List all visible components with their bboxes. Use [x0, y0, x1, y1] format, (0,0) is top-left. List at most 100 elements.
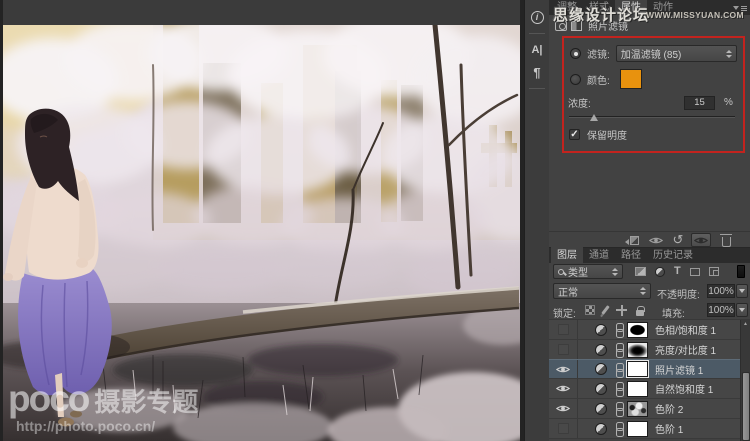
- density-input[interactable]: [684, 96, 715, 110]
- hidden-layer-box: [558, 423, 569, 434]
- tab-channels[interactable]: 通道: [583, 245, 615, 263]
- preserve-luminosity-label: 保留明度: [587, 127, 627, 142]
- layer-visibility-toggle[interactable]: [549, 379, 578, 398]
- layer-name[interactable]: 色阶 1: [655, 421, 683, 436]
- properties-header: 照片滤镜: [549, 15, 750, 36]
- mask-link-icon[interactable]: [615, 422, 622, 435]
- dock-divider: [529, 88, 545, 89]
- eye-icon: [556, 384, 570, 393]
- adjustment-layer-icon[interactable]: [595, 363, 607, 375]
- adjustment-layer-icon[interactable]: [595, 403, 607, 415]
- tab-history[interactable]: 历史记录: [647, 245, 699, 263]
- pixel-filter-icon[interactable]: [635, 267, 646, 276]
- mask-thumbnail[interactable]: [627, 322, 648, 338]
- layers-list: 色相/饱和度 1 亮度/对比度 1 照片滤镜 1 自然饱和度 1: [549, 320, 740, 441]
- lock-all-icon[interactable]: [636, 310, 644, 316]
- mask-thumbnail[interactable]: [627, 421, 648, 437]
- filter-kind-select[interactable]: 类型: [553, 264, 623, 279]
- lock-transparency-icon[interactable]: [585, 305, 595, 315]
- trash-icon: [722, 237, 731, 247]
- tab-layers[interactable]: 图层: [551, 245, 583, 263]
- tab-actions[interactable]: 动作: [647, 0, 679, 15]
- lock-label: 锁定:: [553, 305, 576, 320]
- layer-filter-row: 类型 T: [549, 263, 750, 281]
- mask-link-icon[interactable]: [615, 323, 622, 336]
- lock-position-icon[interactable]: [616, 305, 627, 316]
- adjustment-layer-icon[interactable]: [595, 423, 607, 435]
- mask-link-icon[interactable]: [615, 343, 622, 356]
- preserve-luminosity-checkbox[interactable]: ✓: [569, 129, 580, 140]
- fill-value[interactable]: 100%: [707, 303, 735, 317]
- photo-canvas[interactable]: poco 摄影专题 http://photo.poco.cn/: [3, 25, 520, 441]
- tab-paths[interactable]: 路径: [615, 245, 647, 263]
- mask-thumbnail[interactable]: [627, 361, 648, 377]
- layer-row[interactable]: 自然饱和度 1: [549, 379, 740, 399]
- blend-mode-select[interactable]: 正常: [553, 283, 651, 299]
- tab-styles[interactable]: 样式: [583, 0, 615, 15]
- type-filter-icon[interactable]: T: [674, 266, 681, 277]
- filter-select[interactable]: 加温滤镜 (85): [616, 45, 737, 62]
- layer-name[interactable]: 亮度/对比度 1: [655, 342, 716, 357]
- density-slider[interactable]: [569, 116, 735, 118]
- adjustment-layer-icon[interactable]: [595, 383, 607, 395]
- color-label: 颜色:: [587, 72, 610, 87]
- info-panel-button[interactable]: i: [525, 4, 549, 30]
- eye-icon: [556, 365, 570, 374]
- layer-row[interactable]: 照片滤镜 1: [549, 359, 740, 379]
- adjustment-layer-icon[interactable]: [595, 344, 607, 356]
- lock-pixels-icon[interactable]: [601, 305, 610, 315]
- layer-name[interactable]: 色阶 2: [655, 401, 683, 416]
- layer-visibility-toggle[interactable]: [549, 320, 578, 339]
- tab-properties[interactable]: 属性: [615, 0, 647, 15]
- shape-filter-icon[interactable]: [690, 268, 700, 276]
- layers-scrollbar[interactable]: ▲: [740, 320, 750, 441]
- mask-link-icon[interactable]: [615, 402, 622, 415]
- panel-column: 调整 样式 属性 动作 照片滤镜 思缘设计论坛 WWW.MISSYUAN.COM…: [549, 0, 750, 441]
- search-icon: [558, 269, 564, 275]
- opacity-value[interactable]: 100%: [707, 284, 735, 298]
- layer-name[interactable]: 色相/饱和度 1: [655, 322, 716, 337]
- density-slider-thumb[interactable]: [590, 114, 598, 121]
- layer-name[interactable]: 照片滤镜 1: [655, 362, 703, 377]
- opacity-label: 不透明度:: [657, 286, 700, 301]
- eye-state-icon: [649, 236, 663, 245]
- mask-thumbnail[interactable]: [627, 381, 648, 397]
- filter-toggle-switch[interactable]: [737, 265, 745, 278]
- smart-object-filter-icon[interactable]: [709, 267, 719, 276]
- mask-thumbnail[interactable]: [627, 401, 648, 417]
- color-radio[interactable]: [570, 74, 581, 85]
- layer-name[interactable]: 自然饱和度 1: [655, 381, 713, 396]
- layer-visibility-toggle[interactable]: [549, 360, 578, 378]
- fill-dropdown-button[interactable]: [736, 303, 748, 317]
- layer-row[interactable]: 亮度/对比度 1: [549, 340, 740, 360]
- scroll-up-button[interactable]: ▲: [741, 321, 750, 328]
- adjustment-layer-icon[interactable]: [595, 324, 607, 336]
- info-icon: i: [531, 11, 544, 24]
- filter-label: 滤镜:: [587, 46, 610, 61]
- opacity-dropdown-button[interactable]: [736, 284, 748, 298]
- color-swatch[interactable]: [620, 69, 642, 89]
- layer-visibility-toggle[interactable]: [549, 419, 578, 438]
- mask-link-icon[interactable]: [615, 382, 622, 395]
- layer-row[interactable]: 色阶 2: [549, 399, 740, 419]
- tab-adjustments[interactable]: 调整: [551, 0, 583, 15]
- scrollbar-thumb[interactable]: [742, 372, 750, 441]
- filter-radio[interactable]: [570, 48, 581, 59]
- dock-divider: [529, 33, 545, 34]
- adjustment-filter-icon[interactable]: [655, 267, 665, 277]
- updown-arrows-icon: [640, 287, 646, 295]
- layer-visibility-toggle[interactable]: [549, 340, 578, 359]
- density-label: 浓度:: [568, 95, 591, 110]
- mask-link-icon[interactable]: [615, 363, 622, 376]
- eye-icon: [694, 236, 708, 245]
- layer-visibility-toggle[interactable]: [549, 399, 578, 418]
- hidden-layer-box: [558, 324, 569, 335]
- layer-row[interactable]: 色阶 1: [549, 419, 740, 439]
- panel-menu-icon[interactable]: [733, 4, 747, 12]
- mask-thumbnail[interactable]: [627, 342, 648, 358]
- eye-icon: [556, 404, 570, 413]
- delete-adjustment-button[interactable]: [718, 233, 734, 247]
- character-icon: A|: [531, 44, 542, 56]
- paragraph-panel-button[interactable]: ¶: [525, 59, 549, 85]
- layer-row[interactable]: 色相/饱和度 1: [549, 320, 740, 340]
